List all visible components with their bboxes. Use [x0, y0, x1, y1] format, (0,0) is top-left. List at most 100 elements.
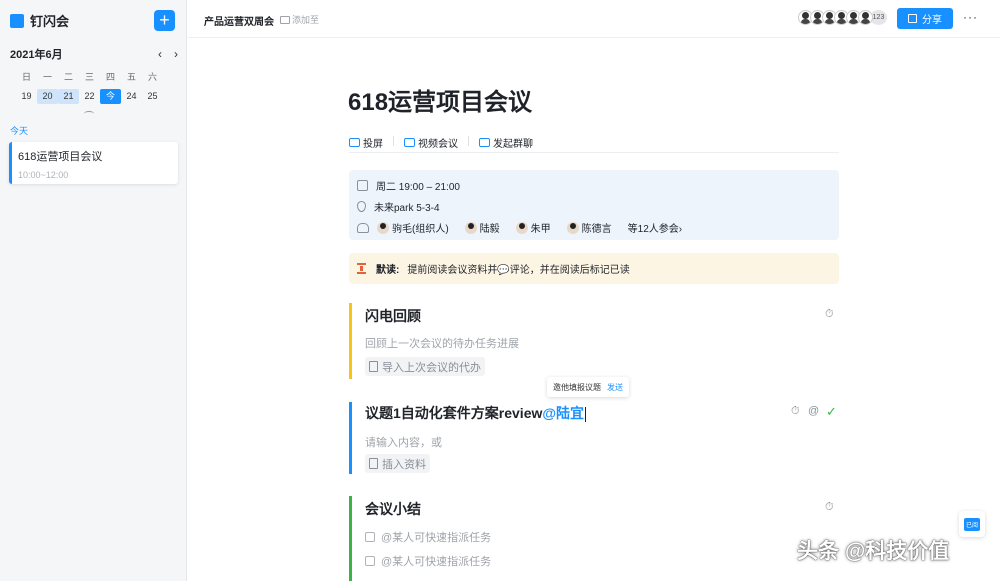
avatar: [377, 221, 389, 234]
attendee: 驹毛(组织人): [377, 220, 449, 235]
attendee-more-link[interactable]: 等12人参会›: [628, 220, 682, 235]
meeting-location: 未来park 5-3-4: [374, 203, 440, 214]
calendar-day[interactable]: 19: [16, 89, 37, 104]
todo-text[interactable]: @某人可快速指派任务: [381, 553, 491, 569]
calendar-day[interactable]: 22: [79, 89, 100, 104]
video-call-button[interactable]: 视频会议: [404, 133, 458, 152]
meeting-card-title: 618运营项目会议: [18, 151, 103, 163]
divider: [393, 136, 394, 146]
calendar-expand-handle[interactable]: [84, 111, 94, 116]
video-icon: [404, 138, 415, 147]
attendee: 陈德言: [566, 220, 612, 235]
calendar-day[interactable]: 25: [142, 89, 163, 104]
notice-text: 提前阅读会议资料并💬评论，并在阅读后标记已读: [407, 265, 630, 276]
screen-cast-button[interactable]: 投屏: [349, 133, 383, 152]
document-icon: [369, 458, 378, 469]
attendee-more: 等12人参会: [627, 224, 679, 235]
send-invite-button[interactable]: 发送: [607, 382, 623, 393]
timer-icon[interactable]: ⏱: [825, 308, 834, 321]
attendee-name: 驹毛(组织人): [392, 224, 449, 235]
divider: [468, 136, 469, 146]
action-label: 投屏: [363, 139, 383, 150]
import-icon: [369, 361, 378, 372]
avatar: [464, 221, 477, 234]
add-to-folder[interactable]: 添加至: [280, 13, 319, 26]
insert-material-button[interactable]: 插入资料: [365, 454, 430, 473]
meeting-card-time: 10:00~12:00: [18, 170, 69, 180]
at-icon[interactable]: @: [808, 405, 819, 417]
group-chat-button[interactable]: 发起群聊: [479, 133, 533, 152]
calendar-day-today[interactable]: 今: [100, 89, 121, 104]
calendar-day[interactable]: 21: [58, 89, 79, 104]
action-label: 发起群聊: [493, 139, 533, 150]
hourglass-icon: [357, 263, 366, 274]
todo-checkbox[interactable]: [365, 532, 375, 542]
app-logo: 钉闪会: [10, 11, 69, 30]
chip-label: 插入资料: [382, 458, 426, 471]
invite-popup: 邀他填报议题 发送: [547, 377, 629, 397]
location-pin-icon: [357, 201, 366, 212]
meeting-actions: 投屏 视频会议 发起群聊: [349, 133, 839, 153]
timer-icon[interactable]: ⏱: [825, 501, 834, 514]
calendar-day[interactable]: 24: [121, 89, 142, 104]
watermark: 头条 @科技价值: [797, 540, 950, 563]
attendee-name: 朱甲: [530, 224, 551, 235]
weekday: 一: [42, 72, 52, 82]
agenda-title: 议题1自动化套件方案review: [365, 405, 543, 421]
calendar-days: 19 20 21 22 今 24 25: [16, 89, 163, 104]
reading-notice: 默读: 提前阅读会议资料并💬评论，并在阅读后标记已读: [349, 253, 839, 284]
attendee: 陆毅: [464, 220, 500, 235]
notice-label: 默读:: [376, 265, 400, 276]
next-month-chevron-icon[interactable]: ›: [174, 47, 178, 61]
add-meeting-button[interactable]: +: [154, 10, 175, 31]
mention[interactable]: @陆宜: [542, 405, 584, 421]
agenda-desc[interactable]: 回顾上一次会议的待办任务进展: [365, 335, 519, 351]
todo-item: @某人可快速指派任务: [365, 529, 491, 545]
check-icon[interactable]: ✓: [826, 404, 837, 420]
more-options-icon[interactable]: ···: [963, 10, 978, 24]
calendar-month: 2021年6月: [10, 49, 63, 61]
app-name: 钉闪会: [30, 14, 70, 29]
meeting-attendees-row[interactable]: 驹毛(组织人) 陆毅 朱甲 陈德言 等12人参会›: [357, 220, 682, 235]
add-to-label: 添加至: [292, 15, 320, 25]
todo-checkbox[interactable]: [365, 556, 375, 566]
page-title: 618运营项目会议: [348, 89, 533, 116]
member-avatars[interactable]: 123: [798, 10, 887, 25]
avatar: [858, 10, 873, 25]
agenda-title[interactable]: 会议小结: [365, 499, 421, 519]
todo-text[interactable]: @某人可快速指派任务: [381, 529, 491, 545]
attendee-name: 陆毅: [479, 224, 500, 235]
agenda-title[interactable]: 闪电回顾: [365, 306, 421, 326]
weekday: 日: [21, 72, 31, 82]
today-label: 今天: [10, 126, 29, 136]
attendee-name: 陈德言: [581, 224, 612, 235]
weekday: 二: [63, 72, 73, 82]
read-status-button[interactable]: 已阅: [959, 511, 985, 537]
agenda-bar: [349, 402, 352, 474]
timer-icon[interactable]: ⏱: [791, 405, 800, 418]
attendee: 朱甲: [515, 220, 551, 235]
agenda-item: 闪电回顾 回顾上一次会议的待办任务进展 导入上次会议的代办 ⏱: [349, 303, 839, 379]
calendar-header: 2021年6月 ‹ ›: [10, 46, 178, 62]
agenda-item: 会议小结 @某人可快速指派任务 @某人可快速指派任务 ⏱: [349, 496, 839, 581]
logo-icon: [10, 13, 24, 28]
calendar-day[interactable]: 20: [37, 89, 58, 104]
share-button[interactable]: 分享: [897, 8, 953, 29]
sidebar: 钉闪会 + 2021年6月 ‹ › 日 一 二 三 四 五 六 19 20 21…: [0, 0, 187, 581]
todo-item: @某人可快速指派任务: [365, 553, 491, 569]
share-icon: [908, 14, 917, 23]
top-bar: 产品运营双周会 添加至 123 分享 ···: [188, 0, 1000, 38]
agenda-desc-input[interactable]: 请输入内容，或: [365, 434, 442, 450]
weekday: 六: [147, 72, 157, 82]
avatar: [515, 221, 528, 234]
import-todos-button[interactable]: 导入上次会议的代办: [365, 357, 485, 376]
agenda-bar: [349, 303, 352, 379]
avatar: [566, 221, 579, 234]
action-label: 视频会议: [418, 139, 458, 150]
prev-month-chevron-icon[interactable]: ‹: [158, 47, 162, 61]
doc-title: 产品运营双周会: [204, 17, 274, 28]
meeting-card[interactable]: 618运营项目会议 10:00~12:00: [9, 142, 178, 184]
agenda-title-input[interactable]: 议题1自动化套件方案review@陆宜: [365, 403, 587, 423]
calendar-weekdays: 日 一 二 三 四 五 六: [16, 70, 163, 83]
meeting-time: 周二 19:00 – 21:00: [376, 182, 460, 193]
